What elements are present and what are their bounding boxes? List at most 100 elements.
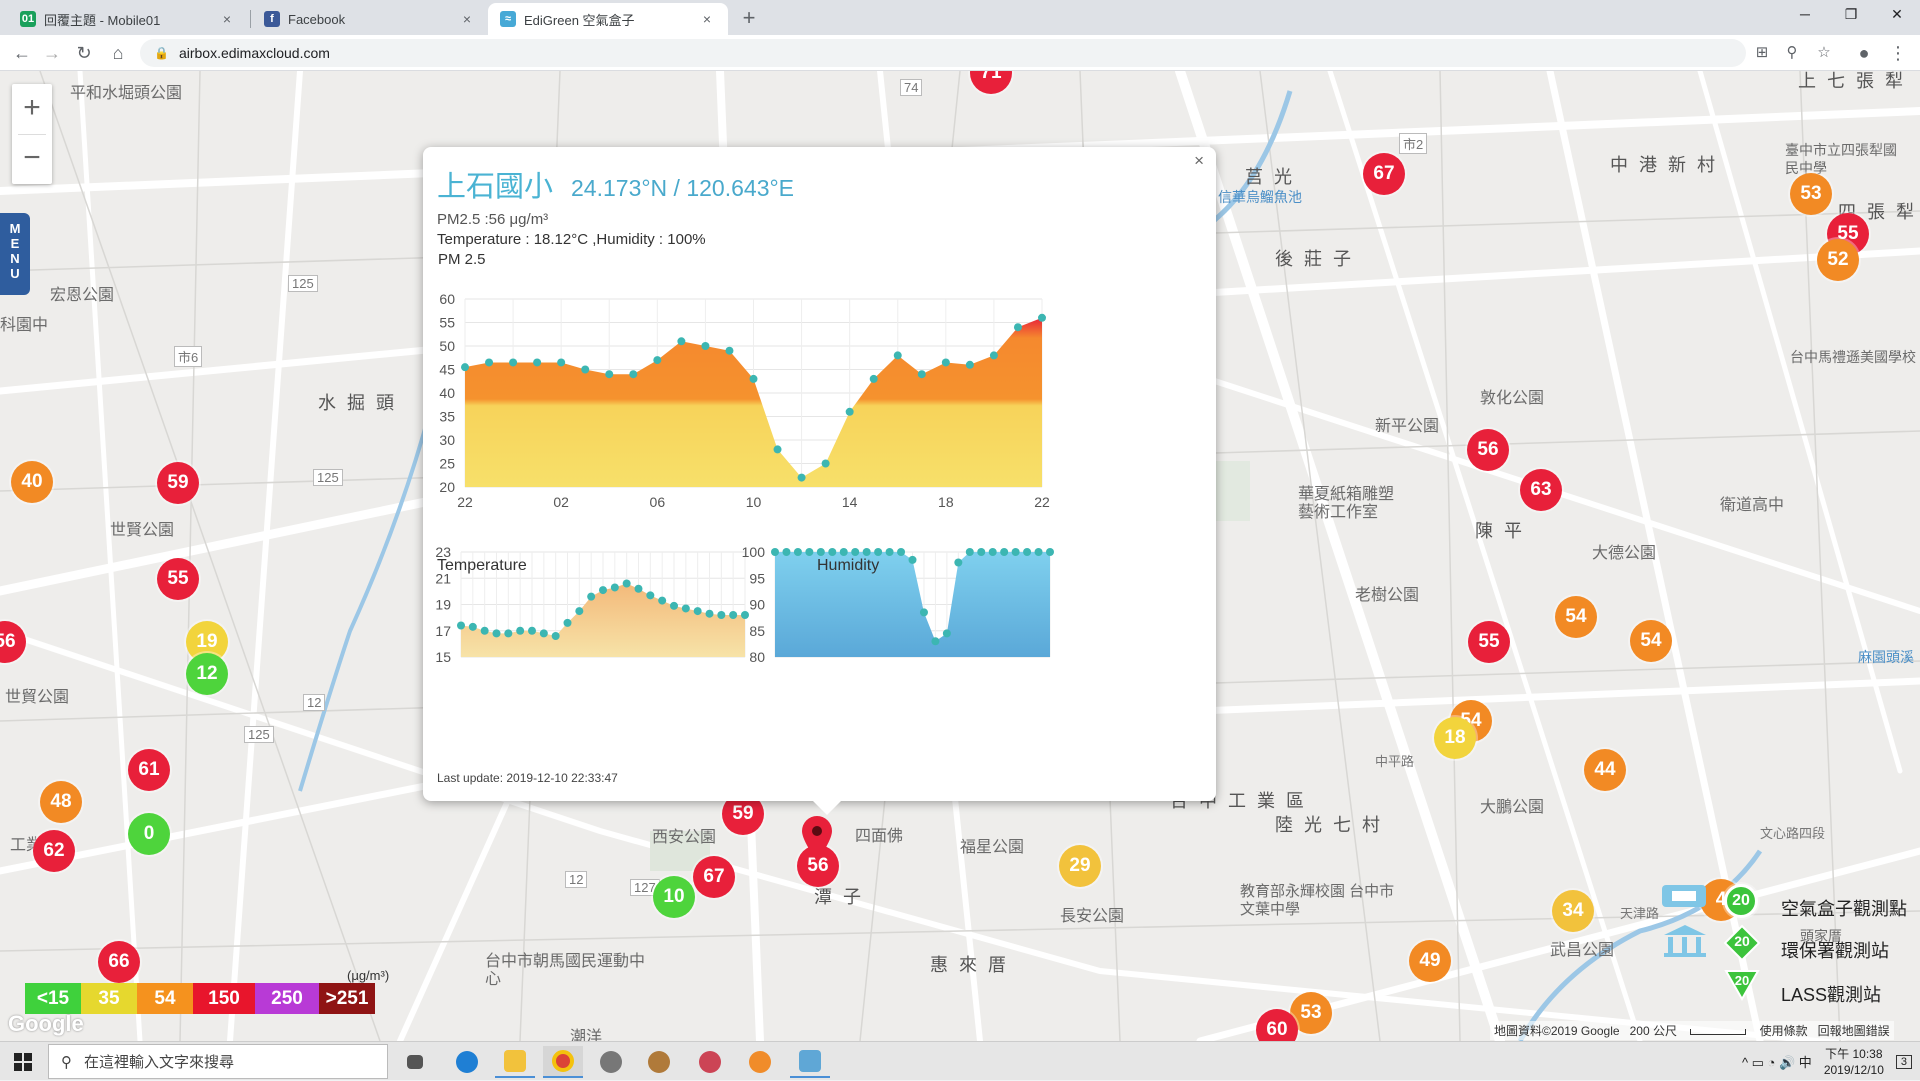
restore-button[interactable]: ❐: [1828, 0, 1874, 30]
data-point: [845, 407, 854, 416]
home-button[interactable]: ⌂: [104, 39, 132, 67]
zoom-out-button[interactable]: −: [12, 134, 52, 184]
zoom-in-button[interactable]: +: [12, 84, 52, 134]
menu-button[interactable]: M E N U: [0, 213, 30, 295]
reload-button[interactable]: ↻: [70, 39, 98, 67]
data-point: [717, 611, 726, 619]
chrome-menu-icon[interactable]: ⋮: [1884, 39, 1912, 67]
chrome-icon[interactable]: [543, 1046, 583, 1078]
last-update: Last update: 2019-12-10 22:33:47: [437, 771, 618, 785]
tab-edigreen[interactable]: ≈ EdiGreen 空氣盒子 ×: [488, 3, 728, 35]
map-label: 台中市朝馬國民運動中心: [485, 953, 646, 988]
data-point: [931, 637, 940, 646]
app-icon[interactable]: [639, 1046, 679, 1078]
pm25-marker[interactable]: 66: [98, 941, 140, 983]
pm25-marker[interactable]: 61: [128, 749, 170, 791]
pm25-marker[interactable]: 12: [186, 653, 228, 695]
tray-icons[interactable]: ^ ▭ ◔ 🔊 中: [1742, 1052, 1812, 1071]
pm25-marker[interactable]: 67: [693, 856, 735, 898]
legend-bin: <15: [25, 983, 81, 1014]
road-number: 125: [288, 275, 318, 292]
pm25-marker[interactable]: 44: [1584, 749, 1626, 791]
menu-letter: E: [10, 236, 20, 251]
data-point: [629, 370, 638, 379]
search-placeholder[interactable]: 在這裡輸入文字來搜尋: [84, 1051, 234, 1072]
zoom-divider: [18, 134, 46, 135]
pm25-marker[interactable]: 0: [128, 813, 170, 855]
data-point: [893, 351, 902, 360]
file-explorer-icon[interactable]: [495, 1046, 535, 1078]
map-label: 宏恩公園: [50, 287, 115, 304]
y-tick-label: 19: [435, 597, 451, 613]
data-point: [610, 583, 619, 592]
pm25-marker[interactable]: 55: [157, 558, 199, 600]
pm25-marker[interactable]: 54: [1630, 620, 1672, 662]
close-icon[interactable]: ×: [458, 11, 476, 27]
map-label: 信華烏鰡魚池: [1218, 189, 1302, 205]
pm25-marker[interactable]: 54: [1555, 596, 1597, 638]
tab-title: EdiGreen 空氣盒子: [524, 12, 635, 28]
app-icon[interactable]: [740, 1046, 780, 1078]
pm25-marker[interactable]: 48: [40, 781, 82, 823]
lass-badge: 20: [1734, 973, 1750, 988]
profile-icon[interactable]: ●: [1850, 39, 1878, 67]
url-text[interactable]: airbox.edimaxcloud.com: [179, 45, 330, 61]
report-error-link[interactable]: 回報地圖錯誤: [1818, 1024, 1890, 1038]
pm25-marker[interactable]: 49: [1409, 940, 1451, 982]
close-icon[interactable]: ×: [218, 11, 236, 27]
app-icon[interactable]: [591, 1046, 631, 1078]
translate-icon[interactable]: ⊞: [1748, 39, 1776, 67]
data-point: [771, 548, 779, 556]
pm25-marker[interactable]: 34: [1552, 890, 1594, 932]
pm25-marker[interactable]: 56: [1467, 429, 1509, 471]
site-info-popup: × 上石國小 24.173°N / 120.643°E PM2.5 :56 μg/…: [423, 147, 1216, 815]
new-tab-button[interactable]: +: [736, 6, 762, 32]
pm25-marker[interactable]: 18: [1434, 717, 1476, 759]
data-point: [965, 548, 974, 556]
window-close-button[interactable]: ✕: [1874, 0, 1920, 30]
taskbar-search[interactable]: ⚲ 在這裡輸入文字來搜尋: [48, 1044, 388, 1079]
y-tick-label: 90: [749, 597, 765, 613]
map-label: 麻園頭溪: [1858, 649, 1914, 665]
zoom-icon[interactable]: ⚲: [1778, 39, 1806, 67]
search-icon: ⚲: [61, 1053, 72, 1071]
map-scale[interactable]: 200 公尺: [1630, 1024, 1677, 1038]
facebook-favicon-icon: f: [264, 11, 280, 27]
map-pin-icon[interactable]: [800, 815, 834, 863]
tab-mobile01[interactable]: 01 回覆主題 - Mobile01 ×: [8, 3, 248, 35]
pm25-marker[interactable]: 29: [1059, 845, 1101, 887]
clock[interactable]: 下午 10:38 2019/12/10: [1824, 1046, 1884, 1078]
app-icon[interactable]: [690, 1046, 730, 1078]
data-point: [805, 548, 814, 556]
pm25-marker[interactable]: 55: [1468, 621, 1510, 663]
map-label: 世貿公園: [5, 689, 70, 706]
legend-bin: 54: [137, 983, 193, 1014]
data-point: [557, 358, 566, 367]
notification-icon[interactable]: 3: [1895, 1054, 1912, 1069]
back-button[interactable]: ←: [8, 39, 36, 67]
bookmark-star-icon[interactable]: ☆: [1810, 39, 1838, 67]
pm25-marker[interactable]: 40: [11, 461, 53, 503]
data-point: [551, 632, 560, 640]
pm25-marker[interactable]: 59: [157, 462, 199, 504]
forward-button[interactable]: →: [38, 39, 66, 67]
terms-link[interactable]: 使用條款: [1760, 1024, 1808, 1038]
browser-toolbar: ← → ↻ ⌂ 🔒 airbox.edimaxcloud.com ⊞ ⚲ ☆ ●…: [0, 35, 1920, 71]
minimize-button[interactable]: ─: [1782, 0, 1828, 30]
app-icon[interactable]: [790, 1046, 830, 1078]
pm25-marker[interactable]: 10: [653, 876, 695, 918]
road-number: 12: [565, 871, 588, 888]
address-bar[interactable]: 🔒 airbox.edimaxcloud.com: [140, 39, 1746, 67]
pm25-marker[interactable]: 62: [33, 830, 75, 872]
task-view-icon[interactable]: [395, 1046, 435, 1078]
pm25-marker[interactable]: 67: [1363, 153, 1405, 195]
map-viewport[interactable]: 平和水堀頭公園 宏恩公園 科園中 水 掘 頭 世賢公園 世貿公園 工業區 西安公…: [0, 71, 1920, 1041]
pm25-marker[interactable]: 63: [1520, 469, 1562, 511]
windows-start-icon[interactable]: [14, 1053, 32, 1071]
tab-facebook[interactable]: f Facebook ×: [252, 3, 488, 35]
edge-icon[interactable]: [447, 1046, 487, 1078]
close-icon[interactable]: ×: [698, 11, 716, 27]
pm25-marker[interactable]: 53: [1790, 173, 1832, 215]
pm25-marker[interactable]: 52: [1817, 239, 1859, 281]
x-tick-label: 18: [938, 494, 954, 510]
